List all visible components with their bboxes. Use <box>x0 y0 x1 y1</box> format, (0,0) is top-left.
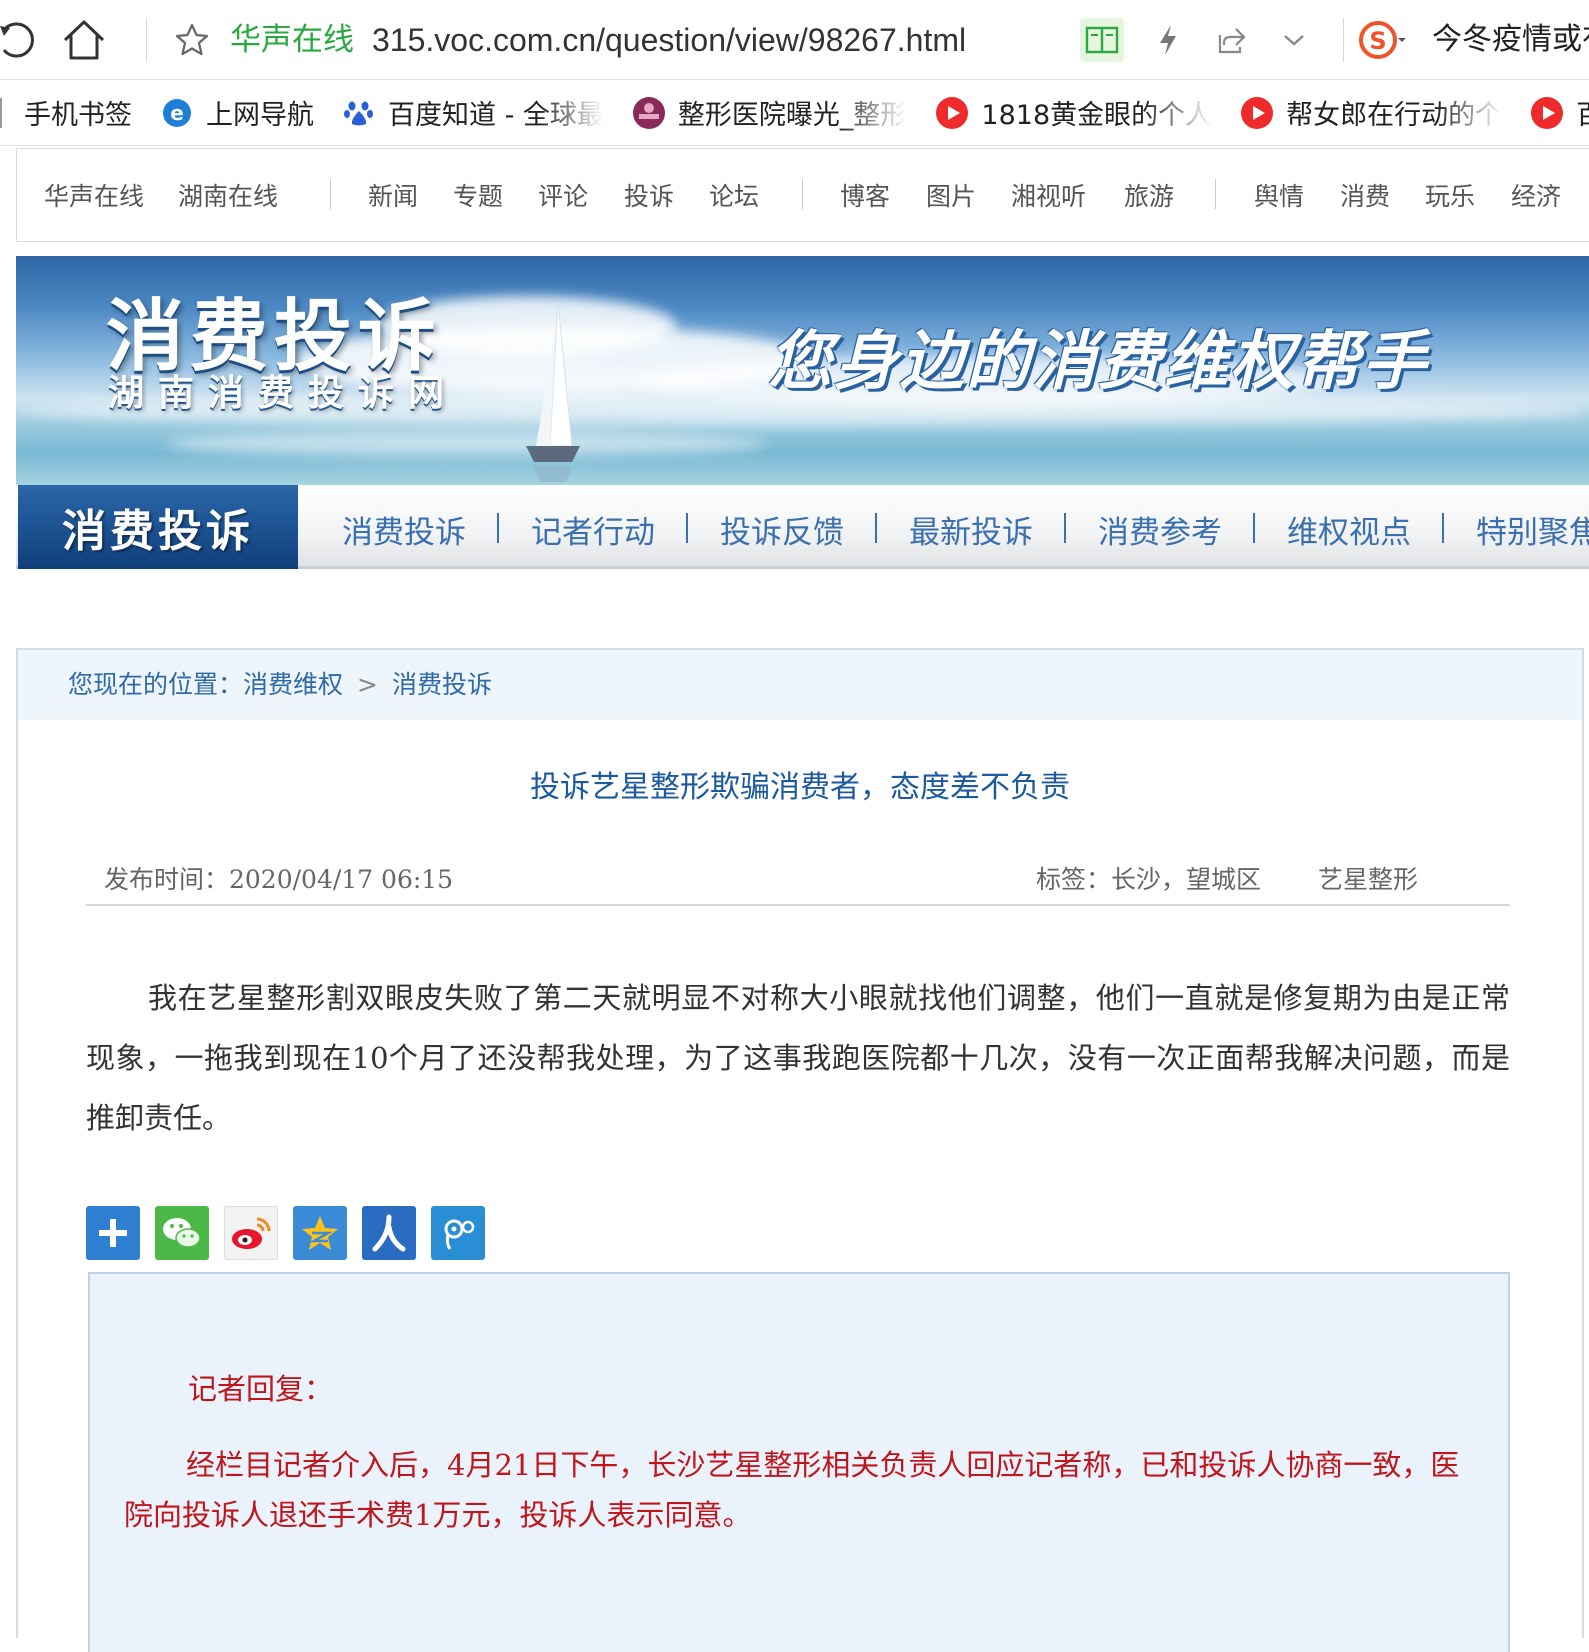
weibo-icon[interactable] <box>224 1206 278 1260</box>
nav-hunan-online[interactable]: 湖南在线 <box>178 177 278 213</box>
address-bar-url[interactable]: 315.voc.com.cn/question/view/98267.html <box>372 20 966 60</box>
video-icon <box>935 96 969 130</box>
bookmark-baidu-zhidao[interactable]: 百度知道 - 全球最 <box>342 80 604 145</box>
section-tab-reference[interactable]: 消费参考 <box>1098 507 1222 552</box>
nav-travel[interactable]: 旅游 <box>1124 177 1174 213</box>
renren-icon[interactable] <box>362 1206 416 1260</box>
reply-body: 经栏目记者介入后，4月21日下午，长沙艺星整形相关负责人回应记者称，已和投诉人协… <box>124 1448 1460 1532</box>
site-top-nav: 华声在线 湖南在线 新闻 专题 评论 投诉 论坛 博客 图片 湘视听 旅游 舆情… <box>16 148 1589 242</box>
nav-complaint[interactable]: 投诉 <box>624 177 674 213</box>
browser-toolbar: 华声在线 315.voc.com.cn/question/view/98267.… <box>0 0 1589 80</box>
bookmark-plastic-surgery[interactable]: 整形医院曝光_整形 <box>632 80 908 145</box>
bookmarks-bar: 手机书签 e 上网导航 百度知道 - 全球最 整形医院曝光_整形 1818黄金眼… <box>0 80 1589 146</box>
reporter-reply: 记者回复： 经栏目记者介入后，4月21日下午，长沙艺星整形相关负责人回应记者称，… <box>88 1272 1510 1652</box>
breadcrumb: 您现在的位置：消费维权 > 消费投诉 <box>18 650 1582 720</box>
nav-consumer[interactable]: 消费 <box>1340 177 1390 213</box>
nav-blog[interactable]: 博客 <box>840 177 890 213</box>
bookmark-label: 上网导航 <box>206 100 314 131</box>
publish-date: 发布时间：2020/04/17 06:15 <box>104 865 454 894</box>
home-icon[interactable] <box>58 14 110 66</box>
bookmark-more[interactable]: 百 <box>1530 80 1589 145</box>
site-name-label: 华声在线 <box>230 22 354 58</box>
nav-video[interactable]: 湘视听 <box>1011 177 1086 213</box>
bookmark-label: 手机书签 <box>24 100 132 131</box>
breadcrumb-link-rights[interactable]: 消费维权 <box>243 670 343 699</box>
article-title: 投诉艺星整形欺骗消费者，态度差不负责 <box>530 770 1070 805</box>
qzone-icon[interactable] <box>293 1206 347 1260</box>
bookmark-bangnvlang[interactable]: 帮女郎在行动的个 <box>1240 80 1503 145</box>
ie-icon: e <box>160 96 194 130</box>
section-nav: 消费投诉 消费投诉 记者行动 投诉反馈 最新投诉 消费参考 维权视点 特别聚焦 <box>16 485 1589 569</box>
star-icon[interactable] <box>172 20 212 60</box>
reply-heading: 记者回复： <box>188 1372 334 1406</box>
search-suggestion[interactable]: 今冬疫情或有 <box>1432 20 1589 60</box>
share-bar <box>86 1206 500 1262</box>
nav-photos[interactable]: 图片 <box>926 177 976 213</box>
bookmark-label: 帮女郎在行动的个 <box>1286 100 1503 131</box>
nav-economy[interactable]: 经济 <box>1511 177 1561 213</box>
section-divider <box>686 513 688 543</box>
section-tab-reporter-action[interactable]: 记者行动 <box>531 507 655 552</box>
sogou-icon[interactable]: S <box>1358 16 1406 64</box>
nav-comment[interactable]: 评论 <box>538 177 588 213</box>
plus-share-icon[interactable] <box>86 1206 140 1260</box>
tencent-weibo-icon[interactable] <box>431 1206 485 1260</box>
nav-public-opinion[interactable]: 舆情 <box>1254 177 1304 213</box>
nav-news[interactable]: 新闻 <box>368 177 418 213</box>
bookmark-navigation[interactable]: e 上网导航 <box>160 80 314 145</box>
chevron-down-icon[interactable] <box>1274 20 1314 60</box>
bookmark-label: 百 <box>1576 93 1589 132</box>
section-tab-latest[interactable]: 最新投诉 <box>909 507 1033 552</box>
refresh-icon[interactable] <box>0 18 34 62</box>
article-tag[interactable]: 艺星整形 <box>1318 860 1418 896</box>
bookmark-mobile[interactable]: 手机书签 <box>24 80 132 145</box>
section-tab-viewpoint[interactable]: 维权视点 <box>1287 507 1411 552</box>
wechat-icon[interactable] <box>155 1206 209 1260</box>
section-logo[interactable]: 消费投诉 <box>18 485 298 569</box>
section-tab-focus[interactable]: 特别聚焦 <box>1476 507 1589 552</box>
article-container: 您现在的位置：消费维权 > 消费投诉 投诉艺星整形欺骗消费者，态度差不负责 发布时间… <box>16 648 1584 1652</box>
breadcrumb-prefix: 您现在的位置： <box>68 670 244 699</box>
chevron-right-icon: > <box>357 670 378 699</box>
section-divider <box>1442 513 1444 543</box>
baidu-icon <box>342 96 376 130</box>
nav-huasheng[interactable]: 华声在线 <box>44 177 144 213</box>
clinic-icon <box>632 96 666 130</box>
nav-divider <box>1215 179 1216 209</box>
nav-topics[interactable]: 专题 <box>453 177 503 213</box>
section-tab-complaints[interactable]: 消费投诉 <box>342 507 466 552</box>
section-divider <box>497 513 499 543</box>
section-tab-feedback[interactable]: 投诉反馈 <box>720 507 844 552</box>
article-body: 我在艺星整形割双眼皮失败了第二天就明显不对称大小眼就找他们调整，他们一直就是修复… <box>86 981 1510 1135</box>
video-icon <box>1240 96 1274 130</box>
share-icon[interactable] <box>1212 20 1252 60</box>
banner-slogan: 您身边的消费维权帮手 <box>768 325 1428 399</box>
section-divider <box>1064 513 1066 543</box>
bookmark-label: 百度知道 - 全球最 <box>388 100 604 131</box>
article-meta: 发布时间：2020/04/17 06:15 标签：长沙，望城区 艺星整形 <box>86 860 1510 906</box>
breadcrumb-link-complaints[interactable]: 消费投诉 <box>392 670 492 699</box>
svg-text:S: S <box>1369 27 1386 55</box>
sailboat-icon <box>506 296 596 485</box>
video-icon <box>1530 96 1564 130</box>
nav-divider <box>802 179 803 209</box>
nav-forum[interactable]: 论坛 <box>709 177 759 213</box>
nav-divider <box>330 179 331 209</box>
section-divider <box>1253 513 1255 543</box>
article-tags[interactable]: 标签：长沙，望城区 <box>1036 860 1261 896</box>
bolt-icon[interactable] <box>1150 20 1186 60</box>
reader-icon[interactable] <box>1080 18 1124 62</box>
svg-text:e: e <box>170 101 184 125</box>
nav-fun[interactable]: 玩乐 <box>1425 177 1475 213</box>
bookmark-1818[interactable]: 1818黄金眼的个人 <box>935 80 1213 145</box>
section-divider <box>875 513 877 543</box>
banner: 消费投诉 湖南消费投诉网 您身边的消费维权帮手 <box>16 256 1589 485</box>
bookmark-label: 整形医院曝光_整形 <box>677 100 908 131</box>
banner-subtitle: 湖南消费投诉网 <box>108 373 459 414</box>
bookmark-label: 1818黄金眼的个人 <box>981 100 1213 131</box>
